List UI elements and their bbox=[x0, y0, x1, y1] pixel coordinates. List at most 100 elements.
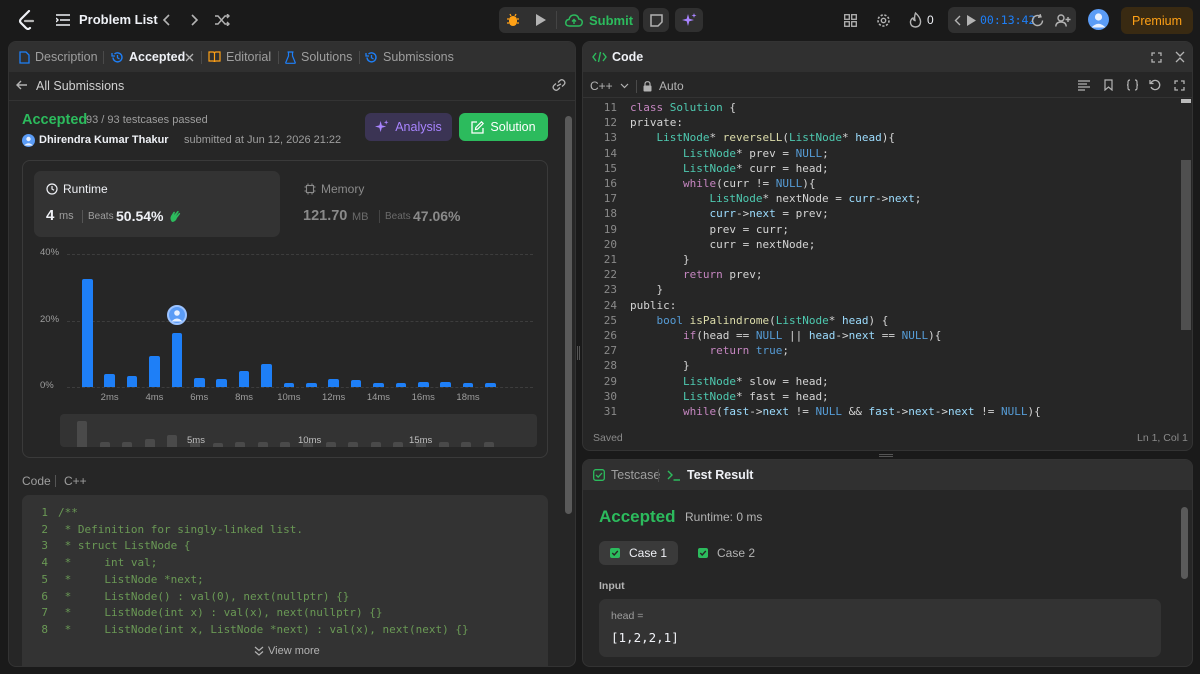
layout-icon[interactable] bbox=[842, 12, 858, 28]
undo-reset-icon[interactable] bbox=[1148, 78, 1162, 92]
runtime-bar[interactable] bbox=[216, 379, 227, 387]
premium-button[interactable]: Premium bbox=[1121, 7, 1193, 34]
memory-header[interactable]: Memory bbox=[304, 182, 364, 196]
problem-list-link[interactable]: Problem List bbox=[79, 12, 158, 27]
editor-code-line: 20 curr = nextNode; bbox=[583, 237, 1183, 252]
minimap-bar bbox=[370, 442, 381, 447]
tab-submissions[interactable]: Submissions bbox=[365, 50, 454, 64]
timer-reset-icon[interactable] bbox=[1029, 12, 1045, 28]
runtime-bar[interactable] bbox=[462, 382, 474, 387]
back-arrow-icon[interactable] bbox=[15, 78, 29, 92]
case-2-tab[interactable]: Case 2 bbox=[687, 541, 766, 565]
notes-button[interactable] bbox=[643, 8, 669, 32]
debug-icon[interactable] bbox=[503, 10, 523, 30]
analysis-button[interactable]: Analysis bbox=[365, 113, 452, 141]
list-icon[interactable] bbox=[55, 12, 71, 28]
tab-test-result[interactable]: Test Result bbox=[667, 468, 753, 482]
runtime-bar[interactable] bbox=[82, 278, 93, 387]
view-more-label: View more bbox=[268, 645, 320, 657]
tab-accepted[interactable]: Accepted bbox=[111, 50, 185, 64]
clap-hands-icon bbox=[168, 209, 182, 223]
code-text: ListNode* fast = head; bbox=[630, 389, 829, 403]
bookmark-icon[interactable] bbox=[1101, 78, 1115, 92]
tab-description[interactable]: Description bbox=[19, 50, 98, 64]
runtime-bar[interactable] bbox=[149, 356, 160, 387]
maximize-icon[interactable] bbox=[1149, 50, 1163, 64]
runtime-card[interactable] bbox=[34, 171, 280, 237]
runtime-bar[interactable] bbox=[194, 377, 205, 387]
language-selector[interactable]: C++ bbox=[590, 79, 629, 93]
runtime-bar[interactable] bbox=[283, 382, 295, 387]
runtime-bar[interactable] bbox=[104, 373, 115, 387]
runtime-bar[interactable] bbox=[395, 382, 407, 387]
x-tick-label: 2ms bbox=[100, 392, 119, 403]
saved-status: Saved bbox=[593, 432, 623, 444]
vertical-splitter[interactable] bbox=[577, 346, 580, 360]
editor-code-line: 27 return true; bbox=[583, 343, 1183, 358]
next-problem-icon[interactable] bbox=[187, 12, 203, 28]
code-editor[interactable]: 11 class Solution {12 private: 13 ListNode*… bbox=[583, 99, 1183, 417]
x-tick-label: 14ms bbox=[366, 392, 391, 403]
tab-separator bbox=[201, 51, 202, 64]
code-text: ListNode* curr = head; bbox=[630, 161, 829, 175]
line-number: 2 bbox=[41, 522, 48, 536]
prev-problem-icon[interactable] bbox=[158, 12, 174, 28]
runtime-bar[interactable] bbox=[238, 371, 250, 387]
user-avatar[interactable] bbox=[1088, 9, 1109, 30]
leetcode-logo-icon[interactable] bbox=[16, 9, 38, 31]
run-icon[interactable] bbox=[530, 10, 550, 30]
your-submission-avatar[interactable] bbox=[166, 304, 187, 325]
braces-icon[interactable] bbox=[1124, 78, 1140, 92]
solution-button[interactable]: Solution bbox=[459, 113, 548, 141]
ai-button[interactable] bbox=[675, 8, 703, 32]
line-number: 18 bbox=[603, 207, 617, 221]
runtime-bar[interactable] bbox=[350, 380, 362, 387]
streak-fire-icon[interactable] bbox=[907, 11, 923, 29]
tab-solutions[interactable]: Solutions bbox=[285, 50, 352, 64]
collapse-icon[interactable] bbox=[1173, 50, 1187, 64]
code-text: } bbox=[630, 359, 690, 373]
runtime-bar[interactable] bbox=[171, 332, 183, 387]
runtime-bar[interactable] bbox=[126, 376, 138, 387]
auto-mode[interactable]: Auto bbox=[643, 79, 684, 93]
runtime-bar[interactable] bbox=[261, 363, 272, 387]
line-number: 26 bbox=[603, 329, 617, 342]
case-1-tab[interactable]: Case 1 bbox=[599, 541, 678, 565]
format-list-icon[interactable] bbox=[1077, 78, 1091, 92]
memory-beats-value: 47.06% bbox=[413, 208, 461, 224]
horizontal-splitter[interactable] bbox=[879, 454, 893, 457]
left-scrollbar[interactable] bbox=[565, 116, 572, 514]
submit-button[interactable]: Submit bbox=[562, 8, 636, 32]
fullscreen-icon[interactable] bbox=[1172, 78, 1186, 92]
shuffle-icon[interactable] bbox=[213, 12, 231, 28]
runtime-bar[interactable] bbox=[440, 381, 451, 387]
editor-panel: Code C++ Auto 11 class Solution {12 privat… bbox=[582, 41, 1193, 451]
runtime-bar[interactable] bbox=[418, 381, 429, 387]
runtime-bar[interactable] bbox=[328, 379, 339, 387]
result-scrollbar[interactable] bbox=[1181, 507, 1188, 579]
tab-testcase[interactable]: Testcase bbox=[593, 468, 660, 482]
all-submissions-link[interactable]: All Submissions bbox=[36, 79, 124, 93]
add-user-icon[interactable] bbox=[1054, 12, 1072, 28]
runtime-bar[interactable] bbox=[485, 382, 496, 387]
editor-code-line: 31 while(fast->next != NULL && fast->nex… bbox=[583, 404, 1183, 417]
runtime-bar[interactable] bbox=[306, 382, 317, 387]
line-number: 28 bbox=[603, 359, 617, 373]
tab-editorial[interactable]: Editorial bbox=[208, 50, 271, 64]
timer-play-icon[interactable] bbox=[965, 13, 977, 27]
editor-scrollbar[interactable] bbox=[1181, 160, 1191, 330]
submitter-avatar[interactable] bbox=[22, 134, 35, 147]
runtime-bar[interactable] bbox=[373, 382, 384, 387]
settings-gear-icon[interactable] bbox=[875, 12, 891, 28]
input-var-value[interactable]: [1,2,2,1] bbox=[611, 630, 679, 645]
auto-mode-label: Auto bbox=[659, 79, 684, 93]
timer-collapse-icon[interactable] bbox=[952, 13, 962, 27]
runtime-beats-label: Beats bbox=[88, 211, 114, 222]
editor-code-line: 21 } bbox=[583, 252, 1183, 267]
close-tab-icon[interactable] bbox=[183, 51, 195, 63]
submitter-name[interactable]: Dhirendra Kumar Thakur bbox=[39, 134, 169, 146]
code-text: /** bbox=[58, 506, 78, 519]
result-status: Accepted bbox=[599, 507, 676, 526]
view-more-link[interactable]: View more bbox=[254, 645, 320, 657]
share-link-icon[interactable] bbox=[551, 78, 567, 92]
